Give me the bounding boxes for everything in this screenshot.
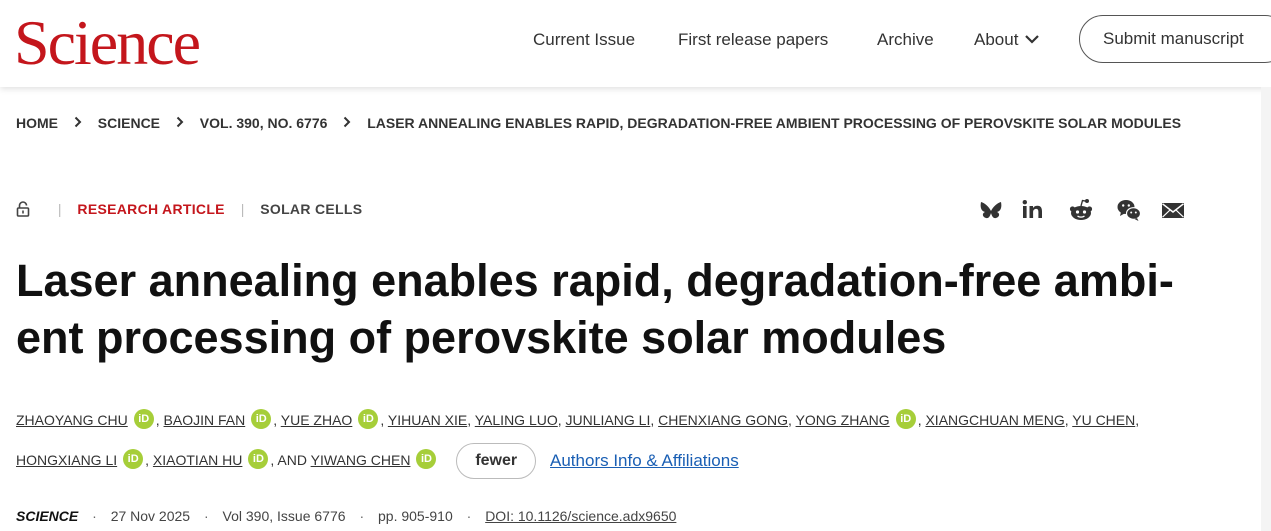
subject-tag[interactable]: SOLAR CELLS [260, 201, 362, 217]
separator-dot: · [92, 508, 97, 525]
authors-info-affiliations-link[interactable]: Authors Info & Affiliations [550, 451, 739, 470]
linkedin-icon[interactable] [1020, 197, 1046, 223]
separator-dot: · [203, 508, 209, 525]
chevron-right-icon [74, 115, 82, 131]
breadcrumb-science[interactable]: SCIENCE [98, 115, 160, 131]
science-logo[interactable]: Science [14, 6, 201, 80]
chevron-down-icon [1025, 35, 1040, 44]
breadcrumb: HOME SCIENCE VOL. 390, NO. 6776 LASER AN… [16, 114, 1181, 132]
submit-manuscript-button[interactable]: Submit manuscript [1079, 15, 1271, 63]
page-range: pp. 905-910 [378, 508, 453, 525]
author-name[interactable]: YU CHEN [1072, 412, 1135, 428]
article-meta: | RESEARCH ARTICLE | SOLAR CELLS [16, 200, 362, 220]
author-name[interactable]: XIANGCHUAN MENG [925, 412, 1064, 428]
fewer-authors-button[interactable]: fewer [456, 443, 537, 480]
bluesky-icon[interactable] [978, 197, 1004, 223]
nav-about-label: About [974, 30, 1019, 49]
site-header: Science Current Issue First release pape… [0, 0, 1271, 87]
author-name[interactable]: YIHUAN XIE [388, 412, 467, 428]
author-name[interactable]: BAOJIN FAN [164, 412, 246, 428]
author-name[interactable]: YALING LUO [475, 412, 558, 428]
orcid-icon[interactable]: iD [895, 409, 916, 430]
scrollbar[interactable] [1261, 87, 1271, 531]
chevron-right-icon [176, 115, 184, 131]
author-name[interactable]: YONG ZHANG [796, 412, 890, 428]
author-and-label: AND [277, 452, 307, 468]
article-title: Laser annealing enables rapid, degradati… [16, 252, 1196, 366]
journal-name[interactable]: SCIENCE [16, 508, 78, 524]
orcid-icon[interactable]: iD [123, 449, 144, 470]
volume-issue[interactable]: Vol 390, Issue 6776 [223, 508, 346, 524]
reddit-icon[interactable] [1068, 197, 1094, 223]
author-name[interactable]: HONGXIANG LI [16, 452, 117, 468]
nav-archive[interactable]: Archive [877, 29, 934, 51]
author-name[interactable]: ZHAOYANG CHU [16, 412, 128, 428]
article-title-line-2: ent processing of perovskite solar modul… [16, 312, 947, 363]
chevron-right-icon [343, 115, 351, 131]
orcid-icon[interactable]: iD [358, 409, 379, 430]
author-name[interactable]: YUE ZHAO [281, 412, 353, 428]
author-name[interactable]: CHENXIANG GONG [658, 412, 788, 428]
orcid-icon[interactable]: iD [251, 409, 272, 430]
separator-dot: · [466, 508, 472, 525]
orcid-icon[interactable]: iD [248, 449, 269, 470]
meta-divider: | [240, 201, 245, 218]
author-name[interactable]: JUNLIANG LI [566, 412, 651, 428]
nav-about[interactable]: About [974, 29, 1040, 51]
meta-divider: | [57, 201, 62, 218]
orcid-icon[interactable]: iD [416, 449, 437, 470]
doi-link[interactable]: DOI: 10.1126/science.adx9650 [485, 508, 676, 524]
article-type-badge[interactable]: RESEARCH ARTICLE [77, 201, 224, 217]
breadcrumb-home[interactable]: HOME [16, 115, 58, 131]
separator-dot: · [359, 508, 365, 525]
lock-icon [16, 201, 30, 218]
email-icon[interactable] [1160, 197, 1186, 223]
author-name[interactable]: YIWANG CHEN [311, 452, 411, 468]
nav-first-release-papers[interactable]: First release papers [678, 29, 828, 51]
breadcrumb-current: LASER ANNEALING ENABLES RAPID, DEGRADATI… [367, 115, 1182, 132]
nav-current-issue[interactable]: Current Issue [533, 29, 635, 51]
article-title-line-1: Laser annealing enables rapid, degradati… [16, 255, 1174, 306]
citation-line: SCIENCE · 27 Nov 2025 · Vol 390, Issue 6… [16, 507, 676, 525]
breadcrumb-issue[interactable]: VOL. 390, NO. 6776 [200, 115, 328, 131]
author-list: ZHAOYANG CHU iD, BAOJIN FAN iD, YUE ZHAO iD… [16, 400, 1216, 481]
orcid-icon[interactable]: iD [133, 409, 154, 430]
author-name[interactable]: XIAOTIAN HU [153, 452, 242, 468]
wechat-icon[interactable] [1116, 197, 1142, 223]
publication-date: 27 Nov 2025 [110, 508, 191, 525]
